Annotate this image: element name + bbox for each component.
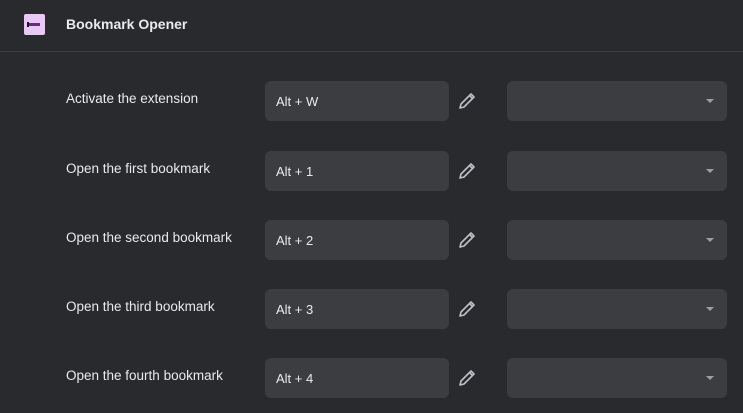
shortcut-label: Open the first bookmark — [66, 161, 211, 176]
shortcut-label: Activate the extension — [66, 91, 199, 106]
chevron-down-icon — [706, 99, 714, 103]
shortcut-input[interactable]: Alt + 1 — [265, 151, 449, 191]
shortcut-value: Alt + 3 — [276, 302, 314, 317]
shortcut-input[interactable]: Alt + W — [265, 81, 449, 121]
extension-logo-icon — [24, 14, 45, 35]
shortcut-value: Alt + W — [276, 94, 319, 109]
shortcut-label: Open the second bookmark — [66, 230, 232, 245]
shortcut-input[interactable]: Alt + 3 — [265, 289, 449, 329]
shortcut-input[interactable]: Alt + 4 — [265, 358, 449, 398]
shortcut-label: Open the third bookmark — [66, 299, 215, 314]
edit-pencil-icon[interactable] — [455, 228, 479, 252]
shortcut-scope-dropdown[interactable] — [507, 289, 727, 329]
shortcut-row-activate: Activate the extension Alt + W — [0, 81, 743, 121]
shortcut-value: Alt + 4 — [276, 371, 314, 386]
logo-bar — [28, 23, 40, 26]
edit-pencil-icon[interactable] — [455, 159, 479, 183]
shortcut-input[interactable]: Alt + 2 — [265, 220, 449, 260]
shortcut-label: Open the fourth bookmark — [66, 368, 223, 383]
edit-pencil-icon[interactable] — [455, 297, 479, 321]
shortcut-value: Alt + 2 — [276, 233, 314, 248]
shortcut-scope-dropdown[interactable] — [507, 220, 727, 260]
shortcut-scope-dropdown[interactable] — [507, 81, 727, 121]
shortcut-row-fourth: Open the fourth bookmark Alt + 4 — [0, 358, 743, 398]
shortcut-row-first: Open the first bookmark Alt + 1 — [0, 151, 743, 191]
shortcut-row-third: Open the third bookmark Alt + 3 — [0, 289, 743, 329]
shortcut-value: Alt + 1 — [276, 164, 314, 179]
chevron-down-icon — [706, 238, 714, 242]
chevron-down-icon — [706, 307, 714, 311]
extension-title: Bookmark Opener — [66, 16, 188, 32]
extension-header: Bookmark Opener — [0, 0, 743, 52]
edit-pencil-icon[interactable] — [455, 366, 479, 390]
shortcut-scope-dropdown[interactable] — [507, 151, 727, 191]
chevron-down-icon — [706, 376, 714, 380]
chevron-down-icon — [706, 169, 714, 173]
logo-mark — [27, 22, 29, 27]
shortcut-scope-dropdown[interactable] — [507, 358, 727, 398]
edit-pencil-icon[interactable] — [455, 89, 479, 113]
shortcut-row-second: Open the second bookmark Alt + 2 — [0, 220, 743, 260]
